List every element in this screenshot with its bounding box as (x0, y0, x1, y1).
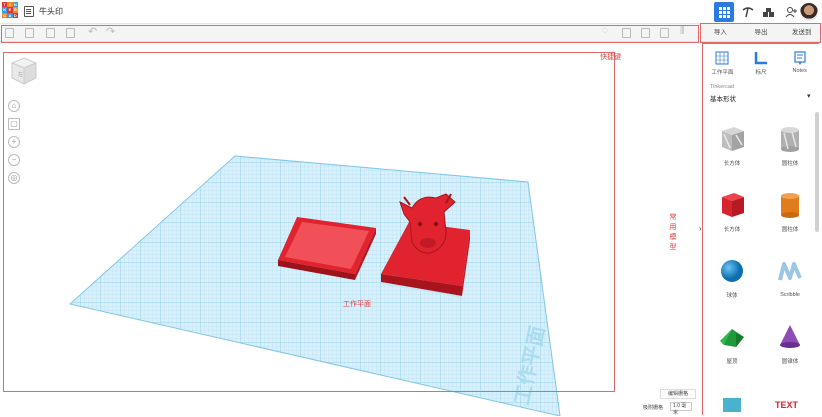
snap-grid-label: 吸附栅格 (643, 405, 664, 411)
pickaxe-icon[interactable] (740, 2, 756, 22)
shape-roof[interactable]: 屋顶 (703, 310, 761, 376)
roof-icon (720, 329, 744, 347)
shape-cone[interactable]: 圆锥体 (761, 310, 819, 376)
duplicate-icon[interactable] (46, 28, 55, 38)
shape-cylinder[interactable]: 圆柱体 (761, 178, 819, 244)
top-bar: T I N K E R C A D 牛头印 (0, 0, 822, 24)
cylinder-icon (781, 193, 799, 218)
panel-scrollbar[interactable] (815, 112, 819, 232)
shortcut-label: 快捷键 (600, 54, 621, 61)
library-source: Tinkercad (710, 84, 734, 90)
align-icon[interactable] (641, 28, 650, 38)
panel-tools: 工作平面 标尺 Notes (703, 48, 819, 82)
box-icon (722, 193, 744, 217)
library-select[interactable]: 基本形状 (710, 93, 736, 103)
snap-grid-select[interactable]: 1.0 毫米 (670, 402, 692, 416)
group-icon[interactable]: ⫴ (680, 25, 685, 38)
common-models-label: 常用模型 (669, 213, 676, 253)
3d-viewport[interactable]: 工作平面 左 ⌂ ▢ + − ◎ 编辑栅格 (0, 42, 700, 416)
3d-view-button[interactable] (714, 2, 734, 22)
shapes-panel: 工作平面 标尺 Notes Tinkercad 基本形状 ▾ 长方体 圆柱体 长… (703, 44, 819, 416)
collapse-panel-icon[interactable]: › (699, 224, 702, 233)
right-tabs: 导入 导出 发送到 (700, 24, 822, 42)
cylinder-hole-icon (781, 127, 799, 152)
zoom-out-icon[interactable]: − (8, 154, 20, 166)
edit-grid-button[interactable]: 编辑栅格 (660, 389, 696, 399)
workplane-tool[interactable]: 工作平面 (703, 48, 742, 82)
edit-toolbar: ↶ ↷ ◌ ⫴ (0, 24, 700, 42)
zoom-in-icon[interactable]: + (8, 136, 20, 148)
cone-icon (780, 325, 800, 348)
workplane-label: 工作平面 (343, 301, 371, 308)
ruler-tool[interactable]: 标尺 (742, 48, 781, 82)
more-shapes-preview[interactable]: TEXT (703, 392, 819, 412)
add-user-icon[interactable] (783, 2, 799, 22)
user-avatar[interactable] (800, 3, 818, 21)
grid-icon (718, 6, 730, 18)
import-button[interactable]: 导入 (700, 24, 741, 41)
project-title[interactable]: 牛头印 (39, 6, 63, 17)
shape-box-hole[interactable]: 长方体 (703, 112, 761, 178)
shape-scribble[interactable]: Scribble (761, 244, 819, 310)
orthographic-icon[interactable]: ◎ (8, 172, 20, 184)
notes-tool[interactable]: Notes (780, 48, 819, 82)
delete-icon[interactable] (66, 28, 75, 38)
view-cube[interactable]: 左 (10, 56, 38, 86)
chevron-down-icon[interactable]: ▾ (807, 92, 811, 100)
shape-notes-icon[interactable] (622, 28, 631, 38)
export-button[interactable]: 导出 (741, 24, 782, 41)
scribble-icon (778, 262, 802, 281)
shape-grid: 长方体 圆柱体 长方体 圆柱体 球体 Scribble 屋顶 圆锥体 (703, 112, 819, 376)
flip-icon[interactable] (660, 28, 669, 38)
send-to-button[interactable]: 发送到 (781, 24, 822, 41)
paste-icon[interactable] (25, 28, 34, 38)
workplane-scene[interactable]: 工作平面 (0, 42, 700, 416)
home-view-icon[interactable]: ⌂ (8, 100, 20, 112)
ruler-icon (754, 52, 767, 65)
redo-icon[interactable]: ↷ (106, 25, 115, 38)
new-shape-icon[interactable] (5, 28, 14, 38)
light-bulb-icon[interactable]: ◌ (602, 25, 608, 36)
shape-box[interactable]: 长方体 (703, 178, 761, 244)
lego-bricks-icon[interactable] (760, 2, 776, 22)
design-list-icon[interactable] (24, 6, 34, 17)
cube-face-label: 左 (18, 71, 23, 78)
sphere-icon (721, 260, 743, 282)
svg-text:TEXT: TEXT (775, 400, 799, 410)
fit-view-icon[interactable]: ▢ (8, 118, 20, 130)
undo-icon[interactable]: ↶ (88, 25, 97, 38)
shape-cylinder-hole[interactable]: 圆柱体 (761, 112, 819, 178)
notes-icon (794, 51, 806, 65)
box-hole-icon (722, 127, 744, 151)
shape-sphere[interactable]: 球体 (703, 244, 761, 310)
tinkercad-logo[interactable]: T I N K E R C A D (2, 2, 18, 18)
workplane-icon (715, 51, 729, 65)
